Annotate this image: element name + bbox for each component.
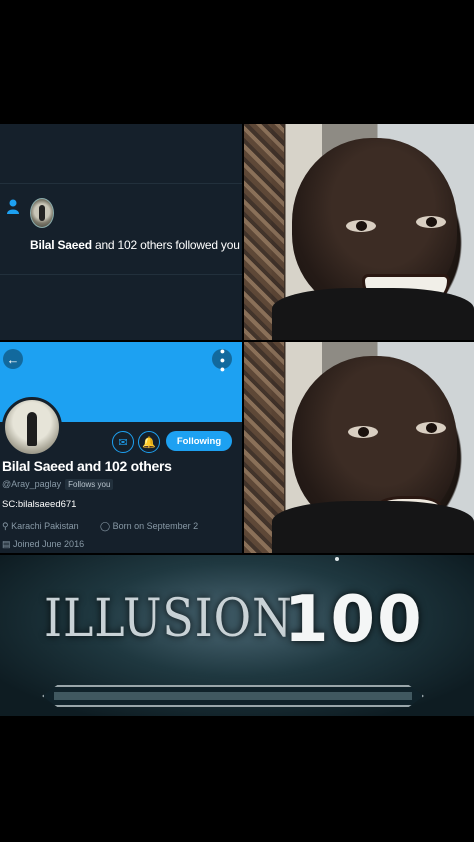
following-button[interactable]: Following [166, 431, 232, 451]
shirt [272, 501, 474, 553]
sparkle [335, 557, 339, 561]
bell-icon[interactable]: 🔔 [138, 431, 160, 453]
profile-panel: ← ●●● ✉ 🔔 Following Bilal Saeed and 102 … [0, 342, 242, 553]
location-row: ⚲ Karachi Pakistan [2, 521, 79, 532]
birthday-row: ◯ Born on September 2 [100, 521, 198, 532]
profile-handle-row: @Aray_paglay Follows you [2, 479, 114, 490]
skill-name: ILLUSION [44, 589, 293, 649]
profile-avatar[interactable] [2, 397, 62, 457]
profile-joined: Joined June 2016 [13, 539, 85, 549]
reaction-photo-worried [244, 342, 474, 553]
profile-handle: @Aray_paglay [2, 479, 62, 489]
person-icon [6, 199, 20, 220]
divider [0, 274, 242, 275]
follows-you-badge: Follows you [65, 479, 114, 490]
profile-bio: SC:bilalsaeed671 [2, 499, 77, 510]
divider [0, 183, 242, 184]
reaction-photo-happy [244, 124, 474, 340]
skill-progress-bar [42, 685, 424, 707]
profile-born: Born on September 2 [112, 521, 199, 531]
follower-avatar[interactable] [30, 198, 54, 228]
skill-level-banner: ILLUSION 100 [0, 555, 474, 716]
profile-location: Karachi Pakistan [11, 521, 79, 531]
right-eye [416, 422, 446, 434]
right-eye [416, 216, 446, 228]
profile-name: Bilal Saeed and 102 others [2, 458, 172, 474]
notification-name: Bilal Saeed [30, 238, 92, 252]
left-eye [346, 220, 376, 232]
balloon-icon: ◯ [100, 521, 113, 531]
skill-progress-fill [54, 692, 412, 700]
joined-row: ▤ Joined June 2016 [2, 539, 84, 550]
mail-icon[interactable]: ✉ [112, 431, 134, 453]
skill-level: 100 [284, 583, 424, 657]
arrow-left-icon[interactable]: ← [3, 349, 23, 369]
notification-text[interactable]: Bilal Saeed and 102 others followed you [30, 238, 240, 252]
notification-rest: and 102 others followed you [91, 238, 240, 252]
shirt [272, 288, 474, 340]
calendar-icon: ▤ [2, 539, 14, 549]
more-dots-icon[interactable]: ●●● [212, 346, 232, 373]
face [292, 138, 457, 313]
left-eye [348, 426, 378, 438]
location-pin-icon: ⚲ [2, 521, 12, 531]
notification-panel: Bilal Saeed and 102 others followed you [0, 124, 242, 340]
